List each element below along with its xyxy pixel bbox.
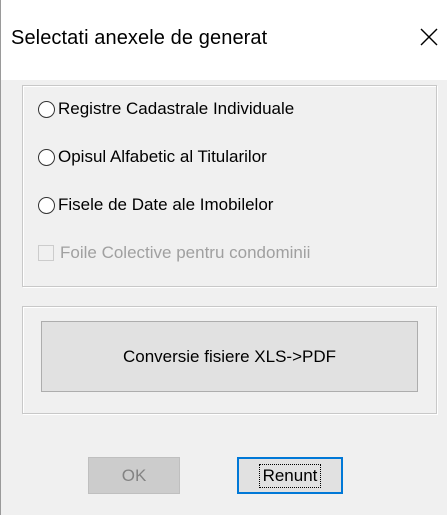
cancel-button[interactable]: Renunt	[237, 457, 343, 494]
close-button[interactable]	[413, 20, 447, 54]
convert-group: Conversie fisiere XLS->PDF	[22, 306, 437, 414]
title-bar: Selectati anexele de generat	[1, 0, 447, 80]
cancel-button-label: Renunt	[258, 463, 322, 488]
option-label: Opisul Alfabetic al Titularilor	[58, 147, 267, 166]
ok-button[interactable]: OK	[88, 457, 180, 494]
option-foile-colective: Foile Colective pentru condominii	[38, 238, 310, 268]
option-opisul-alfabetic[interactable]: Opisul Alfabetic al Titularilor	[38, 142, 267, 172]
convert-button[interactable]: Conversie fisiere XLS->PDF	[41, 321, 418, 392]
checkbox	[38, 245, 54, 261]
options-group: Registre Cadastrale Individuale Opisul A…	[22, 85, 437, 287]
close-icon	[420, 28, 438, 46]
option-label: Fisele de Date ale Imobilelor	[58, 195, 274, 214]
dialog-window: Selectati anexele de generat Registre Ca…	[0, 0, 447, 515]
radio-button[interactable]	[38, 148, 55, 166]
radio-button[interactable]	[38, 100, 55, 118]
option-fisele-de-date[interactable]: Fisele de Date ale Imobilelor	[38, 190, 273, 220]
dialog-title: Selectati anexele de generat	[11, 27, 268, 49]
radio-button[interactable]	[38, 196, 55, 214]
option-label: Foile Colective pentru condominii	[60, 243, 311, 262]
option-registre-cadastrale[interactable]: Registre Cadastrale Individuale	[38, 94, 294, 124]
option-label: Registre Cadastrale Individuale	[58, 99, 295, 118]
